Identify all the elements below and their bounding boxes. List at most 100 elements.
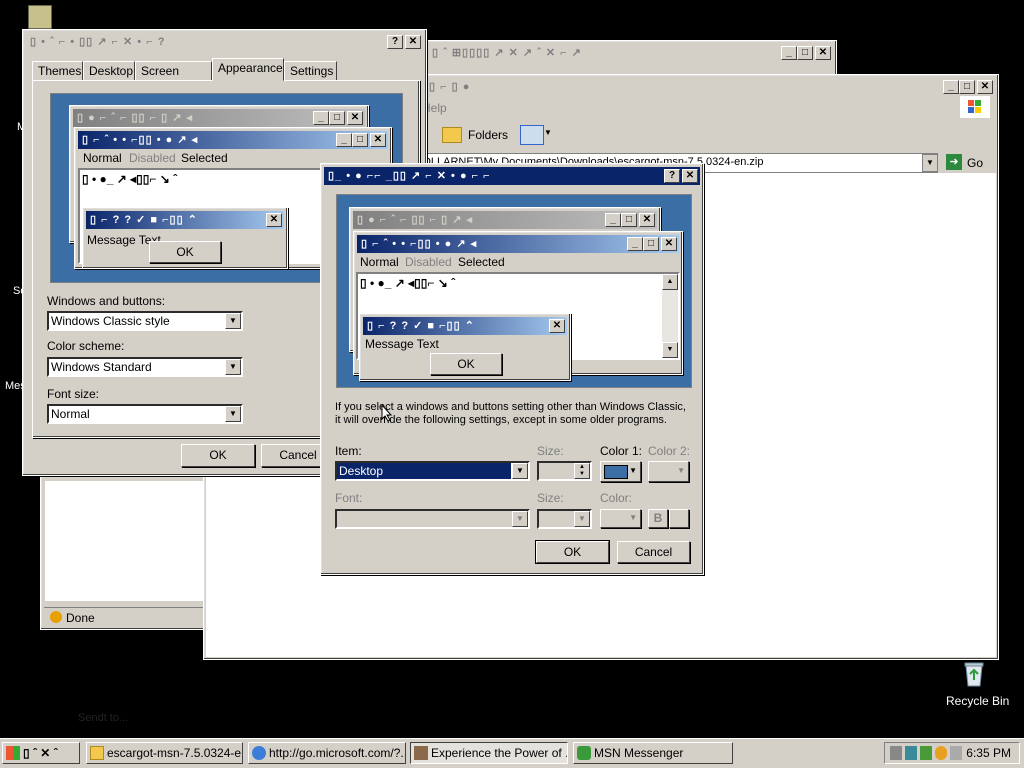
explorer-title: ▯ ⌐ ▯ ● [429, 81, 471, 93]
preview-menu-disabled: Disabled [129, 151, 176, 165]
status-text: Done [66, 611, 95, 625]
chevron-down-icon: ▼ [512, 511, 528, 527]
minimize-button[interactable]: _ [781, 46, 797, 60]
display-properties-titlebar[interactable]: ▯ • ˆ ⌐ • ▯▯ ↗ ⌐ ✕ • ⌐ ? ? ✕ [26, 33, 423, 51]
maximize-button[interactable]: □ [797, 46, 813, 60]
taskbar-label: Experience the Power of ... [431, 746, 568, 760]
tray-icon-4[interactable] [935, 746, 947, 760]
taskbar: ▯ ˆ ✕ ˆ escargot-msn-7.5.0324-en http://… [0, 738, 1024, 768]
preview-message-titlebar: ▯ ⌐ ? ? ✓ ■ ⌐▯▯ ⌃ ✕ [363, 317, 567, 335]
back-window-content [45, 481, 205, 601]
close-button[interactable]: ✕ [815, 46, 831, 60]
tab-screen-saver[interactable]: Screen Saver [135, 61, 212, 97]
recycle-bin-label: Recycle Bin [946, 694, 1010, 708]
msn-icon [577, 746, 591, 760]
preview-menu-normal: Normal [83, 151, 122, 165]
color-scheme-select[interactable]: Windows Standard ▼ [47, 357, 243, 377]
ok-button[interactable]: OK [181, 444, 255, 467]
font-size-label: Font size: [47, 387, 100, 401]
taskbar-button-display[interactable]: Experience the Power of ... [410, 742, 568, 764]
mouse-cursor-icon [381, 404, 393, 422]
close-icon: ✕ [347, 111, 363, 125]
folders-button[interactable]: Folders [468, 128, 508, 142]
tab-desktop[interactable]: Desktop [83, 61, 135, 81]
status-warning-icon [50, 611, 62, 623]
color2-label: Color 2: [648, 444, 691, 458]
close-button[interactable]: ✕ [682, 169, 698, 183]
start-button[interactable]: ▯ ˆ ✕ ˆ [2, 742, 80, 764]
taskbar-label: http://go.microsoft.com/?... [269, 746, 406, 760]
preview-menu-disabled: Disabled [405, 255, 452, 269]
maximize-icon: □ [643, 237, 659, 251]
minimize-icon: _ [313, 111, 329, 125]
taskbar-button-msn[interactable]: MSN Messenger [573, 742, 733, 764]
minimize-button[interactable]: _ [943, 80, 959, 94]
tab-appearance[interactable]: Appearance [212, 58, 284, 81]
close-icon: ✕ [639, 213, 655, 227]
font-color-label: Color: [600, 491, 633, 505]
color2-button: ▼ [648, 461, 689, 482]
color1-swatch [604, 465, 628, 479]
ie-icon [252, 746, 266, 760]
go-button[interactable]: Go [967, 156, 983, 170]
close-button[interactable]: ✕ [977, 80, 993, 94]
font-size-select[interactable]: Normal ▼ [47, 404, 243, 424]
tray-icon-2[interactable] [905, 746, 917, 760]
chevron-down-icon[interactable]: ▼ [225, 313, 241, 329]
item-select[interactable]: Desktop ▼ [335, 461, 530, 481]
color1-button[interactable]: ▼ [600, 461, 641, 482]
preview-message-title: ▯ ⌐ ? ? ✓ ■ ⌐▯▯ ⌃ [367, 320, 475, 332]
tray-icon-1[interactable] [890, 746, 902, 760]
taskbar-label: MSN Messenger [594, 746, 684, 760]
minimize-icon: _ [605, 213, 621, 227]
color-scheme-label: Color scheme: [47, 339, 125, 353]
item-label: Item: [335, 444, 362, 458]
preview-window-text: ▯ • ●_ ↗ ◂▯▯⌐ ↘ ˆ [360, 276, 456, 290]
chevron-down-icon[interactable]: ▼ [512, 463, 528, 479]
chevron-down-icon[interactable]: ▼ [225, 359, 241, 375]
help-button[interactable]: ? [387, 35, 403, 49]
desktop-icon-top[interactable] [28, 5, 52, 29]
go-icon[interactable]: ➜ [946, 154, 962, 170]
tray-icon-5[interactable] [950, 746, 962, 760]
preview-scrollbar: ▲ ▼ [662, 274, 678, 358]
views-dropdown-icon[interactable]: ▼ [544, 128, 552, 137]
maximize-icon: □ [329, 111, 345, 125]
chevron-down-icon: ▼ [574, 511, 590, 527]
preview-message-box: ▯ ⌐ ? ? ✓ ■ ⌐▯▯ ⌃ ✕ Message Text OK [82, 207, 288, 269]
windows-buttons-label: Windows and buttons: [47, 294, 166, 308]
advanced-titlebar[interactable]: ▯_ • ● ⌐⌐ _▯▯ ↗ ⌐ ✕ • ● ⌐ ⌐ ? ✕ [324, 167, 700, 185]
maximize-button[interactable]: □ [959, 80, 975, 94]
advanced-preview: ▯ ● ⌐ ˆ ⌐ ▯▯ ⌐ ▯ ↗ ◂ _ □ ✕ ▯ ⌐ ˆ • • ⌐▯▯… [336, 194, 692, 388]
taskbar-button-escargot[interactable]: escargot-msn-7.5.0324-en [86, 742, 243, 764]
preview-menu-selected: Selected [458, 255, 505, 269]
tab-settings[interactable]: Settings [284, 61, 337, 81]
back-window-title: ▯ ˆ ⊞▯▯▯▯ ↗ ✕ ↗ ˆ ✕ ⌐ ↗ [432, 47, 582, 59]
close-button[interactable]: ✕ [405, 35, 421, 49]
address-dropdown-button[interactable]: ▼ [922, 154, 938, 172]
advanced-title: ▯_ • ● ⌐⌐ _▯▯ ↗ ⌐ ✕ • ● ⌐ ⌐ [328, 170, 491, 182]
spinner-icon: ▲ ▼ [574, 463, 590, 479]
close-icon: ✕ [661, 237, 677, 251]
chevron-down-icon[interactable]: ▼ [225, 406, 241, 422]
help-button[interactable]: ? [664, 169, 680, 183]
windows-buttons-select[interactable]: Windows Classic style ▼ [47, 311, 243, 331]
preview-active-titlebar: ▯ ⌐ ˆ • • ⌐▯▯ • ● ↗ ◂ _ □ ✕ [78, 131, 388, 149]
ok-button[interactable]: OK [535, 540, 610, 564]
chevron-down-icon: ▼ [629, 513, 637, 522]
clock[interactable]: 6:35 PM [966, 746, 1011, 760]
tab-strip: Themes Desktop Screen Saver Appearance S… [32, 58, 422, 97]
minimize-icon: _ [336, 133, 352, 147]
preview-active-titlebar: ▯ ⌐ ˆ • • ⌐▯▯ • ● ↗ ◂ _ □ ✕ [357, 235, 679, 253]
cancel-button[interactable]: Cancel [617, 541, 690, 563]
tray-icon-3[interactable] [920, 746, 932, 760]
taskbar-button-ie[interactable]: http://go.microsoft.com/?... [248, 742, 406, 764]
preview-message-titlebar: ▯ ⌐ ? ? ✓ ■ ⌐▯▯ ⌃ ✕ [86, 211, 284, 229]
minimize-icon: _ [627, 237, 643, 251]
tab-themes[interactable]: Themes [32, 61, 83, 81]
folders-icon [442, 127, 462, 143]
item-value: Desktop [337, 463, 511, 479]
back-window-statusbar: Done [44, 607, 206, 627]
views-icon[interactable] [520, 125, 544, 145]
recycle-bin-icon[interactable] [960, 660, 988, 688]
